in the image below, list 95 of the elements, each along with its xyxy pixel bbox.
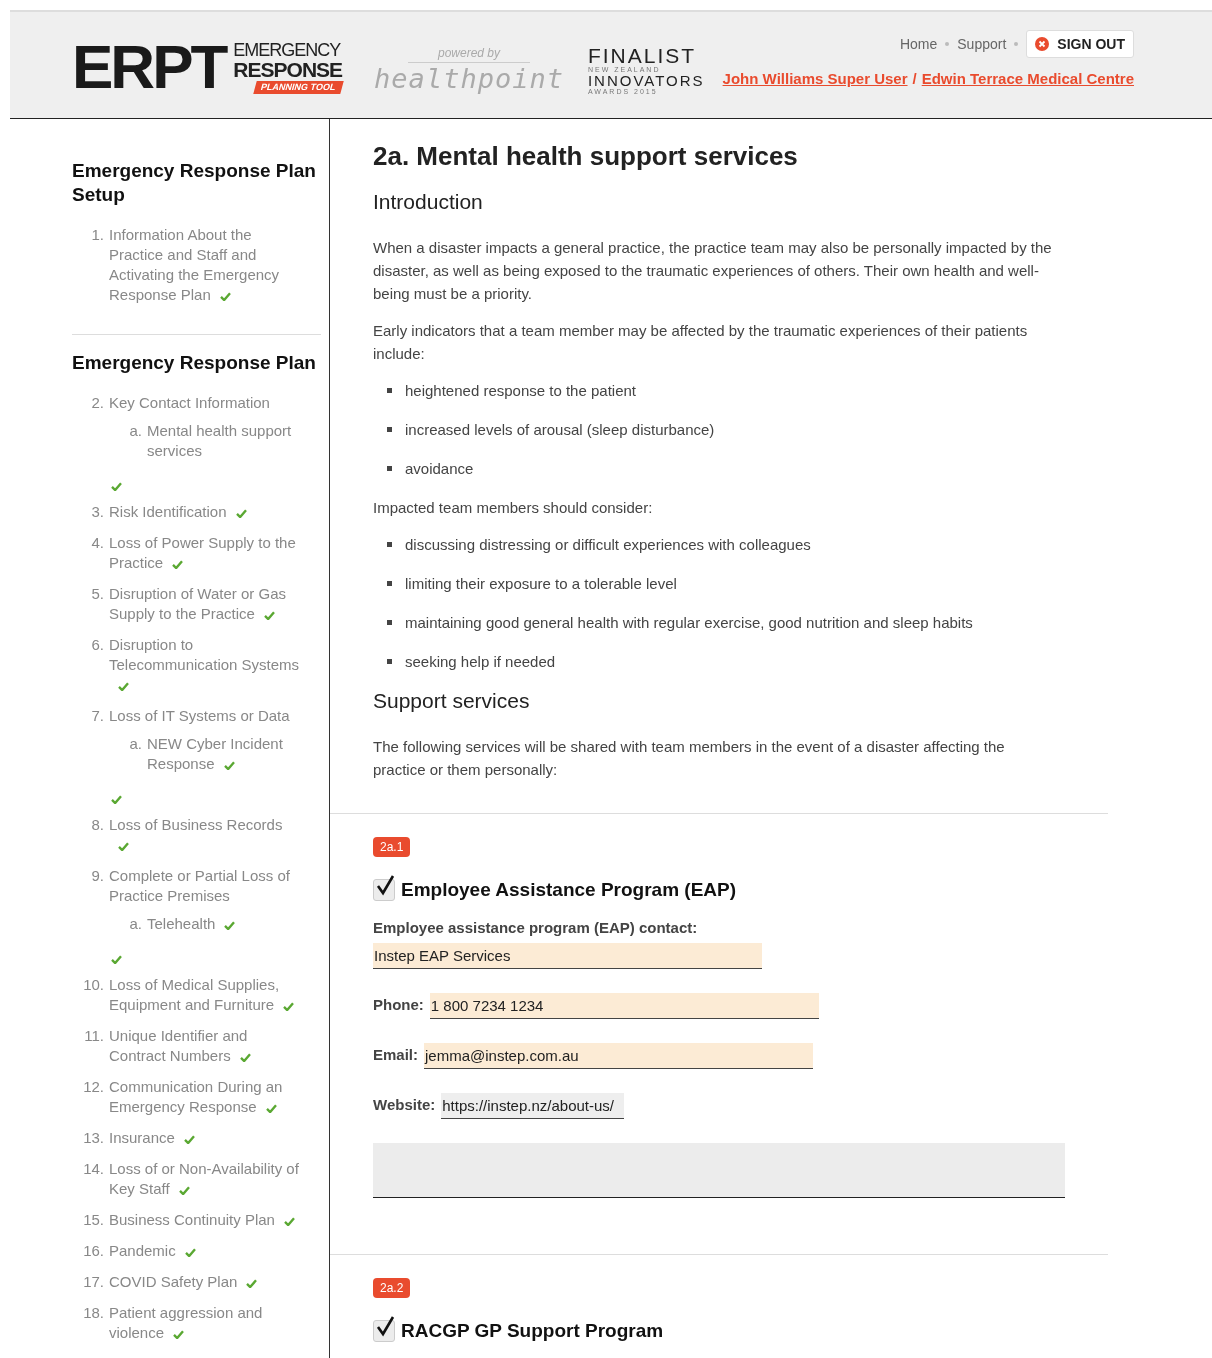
user-link[interactable]: John Williams Super User	[722, 70, 908, 87]
nav-link[interactable]: Disruption to Telecommunication Systems	[109, 635, 301, 695]
section-badge: 2a.2	[373, 1278, 411, 1298]
input-field[interactable]: Instep EAP Services	[373, 943, 762, 969]
section-heading: Emergency Response Plan	[72, 351, 317, 375]
bullet-icon	[387, 466, 392, 471]
nav-link[interactable]: Mental health support services	[147, 421, 301, 461]
nav-link[interactable]: Support	[957, 36, 1007, 52]
item-number: a.	[128, 421, 143, 441]
nav-link[interactable]: Home	[899, 36, 938, 52]
sign-out-button[interactable]: SIGN OUT	[1026, 30, 1134, 58]
item-number: 8.	[90, 815, 105, 835]
item-number: 5.	[90, 584, 105, 604]
item-number: 10.	[82, 975, 105, 995]
item-number: 1.	[90, 225, 105, 245]
item-number: 15.	[82, 1210, 105, 1230]
item-number: 14.	[82, 1159, 105, 1179]
nav-link[interactable]: Communication During an Emergency Response	[109, 1077, 301, 1117]
brand-name: healthpoint	[374, 63, 564, 94]
bullet-icon	[387, 542, 392, 547]
input-field[interactable]: jemma@instep.com.au	[424, 1043, 813, 1069]
nav-link[interactable]: Key Contact Information	[109, 393, 301, 413]
nav-link[interactable]: Unique Identifier and Contract Numbers	[109, 1026, 301, 1066]
paragraph: When a disaster impacts a general practice, the practice team may also be personally impacted by the disaster, as well as being exposed to the traumatic experiences of others. Their own health and well-being must be a priority.	[373, 238, 1053, 304]
section-title: RACGP GP Support Program	[401, 1320, 664, 1342]
logo-text: EMERGENCY	[233, 40, 342, 59]
field-label: Website:	[373, 1096, 436, 1113]
list-item: limiting their exposure to a tolerable level	[405, 574, 677, 594]
list-item: avoidance	[405, 459, 474, 479]
paragraph: Impacted team members should consider:	[373, 498, 654, 518]
field-label: Email:	[373, 1046, 418, 1063]
close-icon	[1035, 37, 1050, 51]
item-number: 18.	[82, 1303, 105, 1323]
section-badge: 2a.1	[373, 837, 411, 857]
award-text: INNOVATORS	[587, 73, 705, 88]
separator-dot	[945, 42, 950, 46]
item-number: 2.	[90, 393, 105, 413]
section-heading: Emergency Response Plan Setup	[72, 159, 317, 207]
list-item: discussing distressing or difficult experiences with colleagues	[405, 535, 811, 555]
item-number: 4.	[90, 533, 105, 553]
nav-link[interactable]: Loss of Power Supply to the Practice	[109, 533, 301, 573]
item-number: 13.	[82, 1128, 105, 1148]
bullet-icon	[387, 388, 392, 393]
item-number: a.	[128, 734, 143, 754]
logo-badge: PLANNING TOOL	[253, 80, 344, 94]
bullet-icon	[387, 427, 392, 432]
list-item: heightened response to the patient	[405, 381, 636, 401]
bullet-icon	[387, 581, 392, 586]
section-heading: Introduction	[373, 190, 484, 214]
nav-link[interactable]: Information About the Practice and Staff and Activating the Emergency Response Plan	[109, 225, 301, 305]
bullet-icon	[387, 659, 392, 664]
item-number: 3.	[90, 502, 105, 522]
paragraph: The following services will be shared with team members in the event of a disaster affecting the practice or them personally:	[373, 737, 1006, 780]
logo-text: ERPT	[72, 39, 226, 95]
separator-text: /	[912, 70, 917, 87]
nav-link[interactable]: Patient aggression and violence	[109, 1303, 301, 1343]
list-item: seeking help if needed	[405, 652, 556, 672]
nav-link[interactable]: Risk Identification	[109, 502, 301, 522]
item-number: 11.	[83, 1026, 105, 1046]
input-field[interactable]: https://instep.nz/about-us/	[441, 1093, 624, 1119]
nav-link[interactable]: Loss of Business Records	[109, 815, 301, 855]
nav-link[interactable]: Loss of Medical Supplies, Equipment and Furniture	[109, 975, 301, 1015]
item-number: 16.	[82, 1241, 105, 1261]
input-field[interactable]: 1 800 7234 1234	[429, 993, 819, 1019]
nav-link[interactable]: Pandemic	[109, 1241, 301, 1261]
nav-link[interactable]: Loss of IT Systems or Data	[109, 706, 301, 726]
nav-link[interactable]: Insurance	[109, 1128, 301, 1148]
item-number: 6.	[90, 635, 105, 655]
list-item: maintaining good general health with regular exercise, good nutrition and sleep habits	[405, 613, 973, 633]
nav-link[interactable]: Complete or Partial Loss of Practice Premises	[109, 866, 301, 906]
logo-text: RESPONSE	[233, 58, 343, 80]
field-label: Phone:	[373, 996, 424, 1013]
award-title: FINALIST	[587, 45, 698, 66]
nav-link[interactable]: Business Continuity Plan	[109, 1210, 301, 1230]
item-number: 9.	[90, 866, 105, 886]
nav-link[interactable]: Disruption of Water or Gas Supply to the Practice	[109, 584, 301, 624]
nav-link[interactable]: Telehealth	[147, 914, 301, 934]
item-number: 7.	[90, 706, 105, 726]
item-number: 12.	[82, 1077, 105, 1097]
powered-by-caption: powered by	[408, 46, 531, 63]
section-title: Employee Assistance Program (EAP)	[401, 879, 737, 901]
notes-field[interactable]	[373, 1143, 1065, 1198]
item-number: 17.	[82, 1272, 105, 1292]
item-number: a.	[128, 914, 143, 934]
paragraph: Early indicators that a team member may be affected by the traumatic experiences of their patients include:	[373, 321, 1029, 364]
bullet-icon	[387, 620, 392, 625]
list-item: increased levels of arousal (sleep disturbance)	[405, 420, 715, 440]
nav-link[interactable]: Loss of or Non-Availability of Key Staff	[109, 1159, 301, 1199]
separator-dot	[1014, 42, 1019, 46]
nav-link[interactable]: NEW Cyber Incident Response	[147, 734, 301, 774]
practice-link[interactable]: Edwin Terrace Medical Centre	[921, 70, 1134, 87]
nav-link[interactable]: COVID Safety Plan	[109, 1272, 301, 1292]
page-title: 2a. Mental health support services	[373, 141, 799, 172]
section-heading: Support services	[373, 689, 531, 713]
field-label: Employee assistance program (EAP) contact:	[373, 919, 698, 936]
